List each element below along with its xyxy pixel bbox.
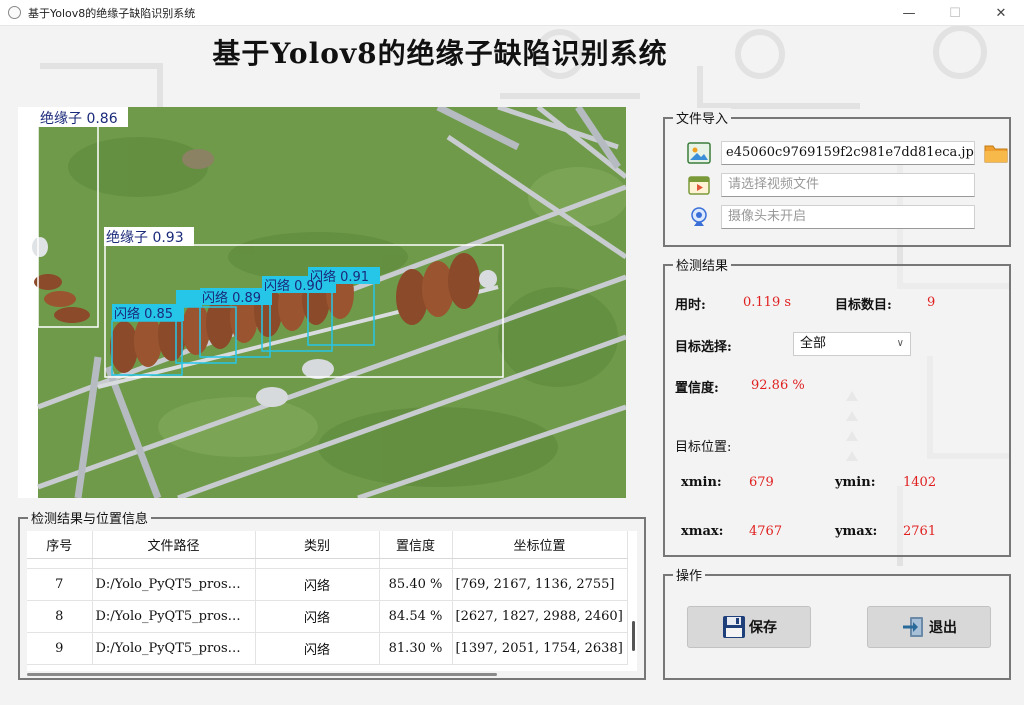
- target-count-value: 9: [927, 295, 936, 310]
- cell-category: 闪络: [255, 632, 380, 665]
- video-file-field[interactable]: 请选择视频文件: [721, 173, 975, 197]
- result-table-legend: 检测结果与位置信息: [28, 508, 152, 527]
- table-row[interactable]: 8 D:/Yolo_PyQT5_pros… 闪络 84.54 % [2627, …: [27, 600, 628, 633]
- cell-category: 闪络: [255, 600, 380, 633]
- confidence-value: 92.86 %: [751, 378, 805, 393]
- maximize-button[interactable]: ☐: [932, 0, 978, 26]
- file-import-legend: 文件导入: [673, 108, 732, 127]
- flash-label-4: 闪络 0.91: [310, 269, 369, 285]
- cell-confidence: 81.30 %: [379, 632, 453, 665]
- header-index[interactable]: 序号: [27, 531, 93, 559]
- cell-index: 7: [27, 568, 93, 601]
- cell-file-path: D:/Yolo_PyQT5_pros…: [92, 632, 256, 665]
- ymax-label: ymax:: [835, 524, 878, 539]
- target-select[interactable]: 全部 ∨: [793, 332, 911, 356]
- ymin-value: 1402: [903, 475, 937, 490]
- image-file-row: e45060c9769159f2c981e7dd81eca.jpg: [685, 141, 977, 165]
- chevron-down-icon: ∨: [896, 338, 904, 349]
- xmax-label: xmax:: [681, 524, 724, 539]
- minimize-button[interactable]: —: [886, 0, 932, 26]
- exit-icon: [903, 617, 923, 637]
- save-button-label: 保存: [749, 620, 777, 636]
- cell-file-path: D:/Yolo_PyQT5_pros…: [92, 600, 256, 633]
- confidence-label: 置信度:: [675, 381, 719, 396]
- main-title: 基于Yolov8的绝缘子缺陷识别系统: [212, 37, 668, 70]
- close-button[interactable]: ✕: [978, 0, 1024, 26]
- cell-file-path: D:/Yolo_PyQT5_pros…: [92, 568, 256, 601]
- folder-icon[interactable]: [983, 141, 1009, 165]
- header-confidence[interactable]: 置信度: [379, 531, 453, 559]
- xmin-label: xmin:: [681, 475, 722, 490]
- video-file-row: 请选择视频文件: [685, 173, 977, 197]
- cell-coordinates: [1397, 2051, 1754, 2638]: [452, 632, 628, 665]
- target-position-label: 目标位置:: [675, 440, 732, 455]
- cell-confidence: 84.54 %: [379, 600, 453, 633]
- table-row[interactable]: [27, 558, 628, 569]
- vertical-scrollbar[interactable]: [630, 561, 637, 669]
- detection-result-legend: 检测结果: [673, 255, 732, 274]
- detection-image-panel: 绝缘子 0.86 绝缘子 0.93 闪络 0.85 闪络 0.89 闪络 0.9…: [18, 107, 626, 498]
- title-bar: 基于Yolov8的绝缘子缺陷识别系统 — ☐ ✕: [0, 0, 1024, 26]
- cell-coordinates: [769, 2167, 1136, 2755]: [452, 568, 628, 601]
- cell-index: 8: [27, 600, 93, 633]
- cell-coordinates: [2627, 1827, 2988, 2460]: [452, 600, 628, 633]
- operation-group: 操作 保存 退出: [663, 565, 1011, 680]
- table-header-row: 序号 文件路径 类别 置信度 坐标位置: [27, 531, 628, 559]
- result-table[interactable]: 序号 文件路径 类别 置信度 坐标位置 7 D:/Yolo_PyQT5_pros…: [27, 531, 637, 671]
- detection-result-group: 检测结果 用时: 0.119 s 目标数目: 9 目标选择: 全部 ∨ 置信度:…: [663, 255, 1011, 557]
- camera-field[interactable]: 摄像头未开启: [721, 205, 975, 229]
- camera-icon[interactable]: [687, 206, 711, 228]
- table-row[interactable]: 9 D:/Yolo_PyQT5_pros… 闪络 81.30 % [1397, …: [27, 632, 628, 665]
- save-button[interactable]: 保存: [687, 606, 811, 648]
- time-value: 0.119 s: [743, 295, 792, 310]
- flash-label-2: 闪络 0.89: [202, 290, 261, 306]
- horizontal-scrollbar[interactable]: [27, 673, 497, 676]
- target-select-label: 目标选择:: [675, 340, 732, 355]
- target-select-value: 全部: [800, 336, 827, 351]
- table-row[interactable]: 7 D:/Yolo_PyQT5_pros… 闪络 85.40 % [769, 2…: [27, 568, 628, 601]
- time-label: 用时:: [675, 298, 706, 313]
- image-path-field[interactable]: e45060c9769159f2c981e7dd81eca.jpg: [721, 141, 975, 165]
- window-title: 基于Yolov8的绝缘子缺陷识别系统: [28, 7, 196, 20]
- video-file-icon[interactable]: [687, 174, 711, 196]
- ymin-label: ymin:: [835, 475, 876, 490]
- xmax-value: 4767: [749, 524, 783, 539]
- header-category[interactable]: 类别: [255, 531, 380, 559]
- vertical-scroll-thumb[interactable]: [632, 621, 635, 651]
- app-icon: [8, 6, 21, 19]
- insulator-label-1: 绝缘子 0.86: [40, 111, 118, 127]
- header-coordinates[interactable]: 坐标位置: [452, 531, 628, 559]
- xmin-value: 679: [749, 475, 774, 490]
- camera-row: 摄像头未开启: [685, 205, 977, 229]
- ymax-value: 2761: [903, 524, 937, 539]
- save-icon: [723, 616, 745, 638]
- target-count-label: 目标数目:: [835, 298, 892, 313]
- file-import-group: 文件导入 e45060c9769159f2c981e7dd81eca.jpg 请…: [663, 108, 1011, 247]
- header-file-path[interactable]: 文件路径: [92, 531, 256, 559]
- operation-legend: 操作: [673, 565, 706, 584]
- cell-category: 闪络: [255, 568, 380, 601]
- exit-button[interactable]: 退出: [867, 606, 991, 648]
- flash-label-1: 闪络 0.85: [114, 306, 173, 322]
- cell-confidence: 85.40 %: [379, 568, 453, 601]
- exit-button-label: 退出: [929, 620, 957, 636]
- cell-index: 9: [27, 632, 93, 665]
- insulator-label-2: 绝缘子 0.93: [106, 230, 184, 246]
- image-file-icon[interactable]: [687, 142, 711, 164]
- result-table-group: 检测结果与位置信息 序号 文件路径 类别 置信度 坐标位置 7 D:/Yolo_…: [18, 508, 646, 680]
- detection-image: 绝缘子 0.86 绝缘子 0.93 闪络 0.85 闪络 0.89 闪络 0.9…: [18, 107, 626, 498]
